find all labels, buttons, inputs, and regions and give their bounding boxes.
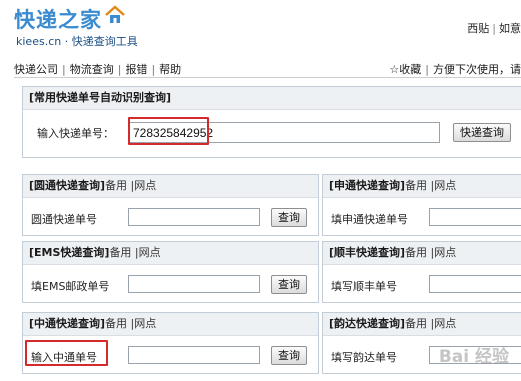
auto-query-panel: [常用快递单号自动识别查询] 输入快递单号： 快递查询: [22, 86, 521, 158]
panel-extra-links[interactable]: 备用 |网点: [105, 179, 156, 192]
favorite-link[interactable]: ☆收藏: [389, 63, 421, 76]
panel-extra-links[interactable]: 备用 |网点: [405, 317, 456, 330]
tracking-number-input[interactable]: [429, 208, 521, 226]
main-nav: 快递公司 | 物流查询 | 报错 | 帮助: [14, 61, 181, 77]
logo-text: 快递之家: [14, 8, 102, 32]
nav-item-logistics-query[interactable]: 物流查询: [70, 63, 114, 76]
panel-header: [常用快递单号自动识别查询]: [23, 87, 521, 110]
top-link[interactable]: 如意: [499, 22, 521, 35]
tracking-number-label: 圆通快递单号: [31, 213, 97, 226]
panel-extra-links[interactable]: 备用 |网点: [405, 179, 456, 192]
tracking-number-input[interactable]: [128, 208, 260, 226]
separator: |: [117, 63, 122, 76]
panel-title: [EMS快递查询]: [29, 246, 110, 259]
tracking-number-label: 填申通快递单号: [331, 213, 408, 226]
panel-title: [中通快递查询]: [29, 317, 106, 330]
nav-hint: 方便下次使用，请: [433, 63, 521, 76]
panel-header: [韵达快递查询]备用 |网点: [323, 313, 521, 336]
top-links: 西贴 | 如意: [467, 20, 521, 36]
tracking-number-label: 填写顺丰单号: [331, 280, 397, 293]
nav-item-express-companies[interactable]: 快递公司: [14, 63, 58, 76]
tracking-number-label: 输入快递单号：: [37, 127, 114, 140]
tracking-number-label: 填写韵达单号: [331, 351, 397, 364]
express-query-button[interactable]: 快递查询: [453, 123, 511, 142]
panel-title: [申通快递查询]: [329, 179, 406, 192]
tracking-number-input[interactable]: [429, 275, 521, 293]
sf-query-panel: [顺丰快递查询]备用 |网点 填写顺丰单号: [322, 241, 521, 303]
panel-header: [申通快递查询]备用 |网点: [323, 175, 521, 198]
separator: |: [492, 22, 496, 35]
panel-title: [韵达快递查询]: [329, 317, 406, 330]
baidu-watermark: Bai 经验: [438, 347, 509, 367]
ems-query-panel: [EMS快递查询]备用 |网点 填EMS邮政单号 查询: [22, 241, 319, 303]
separator: |: [151, 63, 156, 76]
highlight-box: [25, 340, 108, 366]
logo-tagline: kiees.cn · 快递查询工具: [16, 35, 138, 48]
query-button[interactable]: 查询: [271, 275, 307, 294]
panel-title: [圆通快递查询]: [29, 179, 106, 192]
panel-header: [顺丰快递查询]备用 |网点: [323, 242, 521, 265]
highlight-box: [128, 117, 209, 145]
panel-title: [常用快递单号自动识别查询]: [29, 91, 172, 104]
panel-extra-links[interactable]: 备用 |网点: [105, 317, 156, 330]
sto-query-panel: [申通快递查询]备用 |网点 填申通快递单号: [322, 174, 521, 236]
top-link[interactable]: 西贴: [467, 22, 489, 35]
house-icon: [105, 5, 125, 23]
tracking-number-label: 填EMS邮政单号: [31, 280, 110, 293]
panel-extra-links[interactable]: 备用 |网点: [109, 246, 160, 259]
tracking-number-input[interactable]: [128, 346, 260, 364]
nav-item-report-error[interactable]: 报错: [125, 63, 147, 76]
header-divider: [14, 77, 521, 78]
query-button[interactable]: 查询: [271, 346, 307, 365]
nav-right: ☆收藏 | 方便下次使用，请: [389, 61, 521, 77]
tracking-number-input[interactable]: [128, 275, 260, 293]
separator: |: [62, 63, 66, 76]
yto-query-panel: [圆通快递查询]备用 |网点 圆通快递单号 查询: [22, 174, 319, 236]
separator: |: [425, 63, 429, 76]
nav-item-help[interactable]: 帮助: [159, 63, 181, 76]
site-logo[interactable]: 快递之家: [14, 4, 126, 34]
panel-header: [EMS快递查询]备用 |网点: [23, 242, 318, 265]
panel-extra-links[interactable]: 备用 |网点: [405, 246, 456, 259]
panel-title: [顺丰快递查询]: [329, 246, 406, 259]
query-button[interactable]: 查询: [271, 208, 307, 227]
panel-header: [中通快递查询]备用 |网点: [23, 313, 318, 336]
panel-header: [圆通快递查询]备用 |网点: [23, 175, 318, 198]
